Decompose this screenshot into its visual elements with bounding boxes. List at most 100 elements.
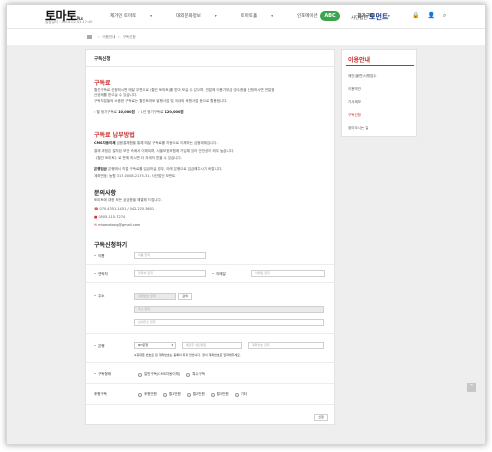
divider: [86, 404, 334, 405]
breadcrumb: › 이용안내 › 구독신청: [87, 35, 136, 40]
contact-fax: ■ 0505.115.7274: [94, 215, 125, 220]
phone-label: • 연락처: [94, 272, 108, 277]
bank-label: • 은행: [94, 344, 105, 349]
sidebar-item-report[interactable]: 기사제보: [348, 100, 361, 105]
site-header: 토마토Plus 설립일자 : 2018.02.03.17:40 제가인 토마토 ▾…: [7, 5, 485, 29]
email-input[interactable]: 이메일 입력: [251, 270, 325, 277]
phone-input[interactable]: 연락처 입력: [134, 270, 206, 277]
fee-amounts: › 월 정기구독료 10,000원 › 1년 정기구독료 120,000원: [94, 110, 184, 114]
address-input[interactable]: 주소 입력: [134, 306, 324, 313]
radio-icon: [186, 392, 191, 397]
payment-cms-text: 금융결제원을 통해 매달 구독료를 자동으로 이체하는 금융제제입니다.: [115, 141, 218, 145]
nav-item-hall[interactable]: 토마토홀 ▾: [241, 13, 285, 19]
required-marker: •: [94, 372, 97, 376]
nav-item-tomato[interactable]: 제가인 토마토 ▾: [110, 13, 164, 19]
type-option-special[interactable]: 특수구독: [186, 372, 205, 377]
period-option-2[interactable]: 월1만원: [162, 392, 181, 397]
address-detail-input[interactable]: 상세주소 입력: [134, 319, 324, 326]
address-label-text: 주소: [98, 294, 105, 298]
bank-select[interactable]: NH은행 ▾: [134, 342, 176, 349]
type-radio-group: 일반구독(CMS자동이체) 특수구독: [138, 372, 205, 377]
phone-icon: ☎: [94, 207, 99, 211]
breadcrumb-item[interactable]: 이용안내: [102, 35, 115, 39]
required-marker: •: [94, 272, 97, 276]
divider: [86, 362, 334, 363]
logo-subtitle: 설립일자 : 2018.02.03.17:40: [45, 20, 93, 24]
period-option-1[interactable]: 후원만원: [138, 392, 157, 397]
radio-icon: [186, 372, 191, 377]
fee-text-2: 산공제를 받으실 수 있습니다.: [94, 93, 138, 97]
period-option-label: 월2만원: [192, 392, 205, 396]
name-label-text: 이름: [98, 254, 105, 258]
org-name: 모먼트: [369, 13, 389, 21]
type-label-text: 구독형태: [98, 372, 111, 376]
payment-account: 계좌번호: 농협 317-0008-2175-31, 사단법인 모먼트: [94, 174, 176, 178]
sidebar-item-subscribe[interactable]: 구독신청: [348, 113, 361, 118]
payment-cms: CMS자동이체 금융결제원을 통해 매달 구독료를 자동으로 이체하는 금융제제…: [94, 141, 218, 146]
nav-label: 토마토홀: [240, 14, 258, 19]
nav-label: 인포메이션: [296, 14, 318, 19]
sidebar-divider: [346, 65, 414, 66]
bank-note: ※휴대폰 번호로 된 계좌번호는 등록이 되지 않습니다. 정식 계좌번호로 입…: [134, 353, 241, 357]
period-option-4[interactable]: 월3만원: [210, 392, 229, 397]
period-option-label: 기타: [240, 392, 248, 396]
period-option-3[interactable]: 월2만원: [186, 392, 205, 397]
abc-badge[interactable]: ABC: [320, 11, 340, 21]
org-logo[interactable]: 사단법인 모먼트: [351, 12, 388, 22]
payment-bank: 은행입금 은행에서 직접 구독료를 입금하실 경우, 아래 은행으로 입금해주시…: [94, 167, 222, 172]
holder-input[interactable]: 예금주 생년월일: [182, 342, 242, 349]
period-label: 후원구독: [94, 392, 107, 397]
sidebar-item-terms[interactable]: 이용약관: [348, 87, 361, 92]
user-icon[interactable]: 👤: [427, 12, 434, 20]
divider: [86, 333, 334, 334]
contact-fax-value: 0505.115.7274: [98, 215, 126, 219]
contact-email-value[interactable]: mtomatong@gmail.com: [98, 223, 140, 227]
fee-yearly-value: 120,000원: [164, 110, 184, 114]
fee-text-3: 구독자분들의 소중한 구독료는 월간토마토 발행사업 및 국내외 후원사업 등으…: [94, 99, 228, 103]
required-marker: •: [94, 254, 97, 258]
divider: [86, 264, 334, 265]
chevron-down-icon: ▾: [171, 343, 173, 347]
lock-icon[interactable]: 🔒: [412, 12, 419, 20]
zip-search-button[interactable]: 검색: [178, 293, 192, 300]
breadcrumb-item[interactable]: 구독신청: [123, 35, 136, 39]
period-option-5[interactable]: 기타: [234, 392, 248, 397]
zip-input[interactable]: 우편번호 입력: [134, 293, 176, 300]
breadcrumb-separator: ›: [118, 35, 120, 39]
required-marker: •: [94, 294, 97, 298]
fee-monthly-value: 10,000원: [118, 110, 135, 114]
main-content-card: 구독신청 구독료 월간구독료 신청하시면 매달 우편으로 (월간 토마토)를 받…: [85, 49, 335, 425]
mail-icon: ✉: [94, 223, 97, 227]
period-option-label: 월3만원: [216, 392, 229, 396]
chevron-down-icon: ▾: [271, 14, 273, 18]
type-option-label: 특수구독: [192, 372, 206, 376]
payment-bank-head: 은행입금: [94, 167, 107, 171]
name-input[interactable]: 이름 입력: [134, 252, 206, 259]
type-option-general[interactable]: 일반구독(CMS자동이체): [138, 372, 180, 377]
home-icon[interactable]: [87, 35, 92, 39]
submit-button[interactable]: 신청: [314, 414, 328, 421]
org-prefix: 사단법인: [351, 16, 368, 21]
type-label: • 구독형태: [94, 372, 111, 377]
payment-cms-head: CMS자동이체: [94, 141, 116, 145]
fee-monthly-label: 월 정기구독료: [96, 110, 117, 114]
search-icon[interactable]: ⌕: [443, 12, 446, 20]
nav-item-culture[interactable]: 대외문화정보 ▾: [176, 13, 229, 19]
account-input[interactable]: 계좌번호 입력: [248, 342, 324, 349]
nav-label: 대외문화정보: [176, 14, 201, 19]
browser-frame: 토마토Plus 설립일자 : 2018.02.03.17:40 제가인 토마토 ▾…: [6, 4, 486, 445]
scroll-top-button[interactable]: ^: [467, 383, 476, 392]
type-option-label: 일반구독(CMS자동이체): [144, 372, 181, 376]
payment-bank-text: 은행에서 직접 구독료를 입금하실 경우, 아래 은행으로 입금해주시기 바랍니…: [106, 167, 223, 171]
sidebar-item-directions[interactable]: 찾아오시는 길: [348, 126, 368, 131]
divider: [86, 66, 334, 67]
sidebar-item-suggestion[interactable]: 제안(불편)사항접수: [348, 74, 377, 79]
fax-icon: ■: [94, 215, 98, 219]
contact-email: ✉ mtomatong@gmail.com: [94, 223, 140, 228]
breadcrumb-separator: ›: [98, 35, 100, 39]
required-marker: •: [94, 344, 97, 348]
header-icons: 🔒 👤 ⌕: [412, 12, 446, 20]
section-title-payment: 구독료 납부방법: [94, 132, 135, 139]
period-radio-group: 후원만원 월1만원 월2만원 월3만원 기타: [138, 392, 247, 397]
divider: [86, 282, 334, 283]
